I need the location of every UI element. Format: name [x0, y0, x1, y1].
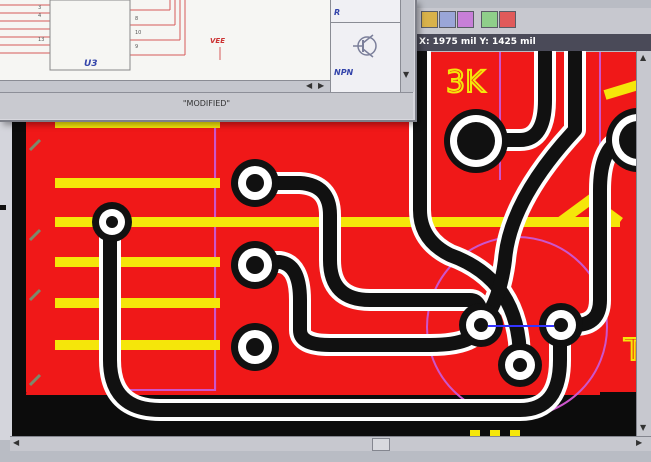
palette-item-resistor[interactable]: R — [331, 0, 401, 23]
svg-text:13: 13 — [38, 37, 44, 43]
board-edge-strip — [12, 115, 26, 440]
cursor-marker — [0, 205, 6, 210]
schematic-canvas[interactable]: 3 4 13 8 10 9 U3 VEE — [0, 0, 330, 92]
scroll-right-icon[interactable]: ▶ — [636, 438, 642, 447]
pcb-horizontal-scrollbar[interactable]: ◀ ▶ — [10, 436, 651, 451]
svg-text:8: 8 — [135, 16, 138, 22]
layer-icon[interactable] — [421, 11, 438, 28]
scroll-left-icon[interactable]: ◀ — [306, 81, 312, 90]
net-label: VEE — [210, 37, 225, 45]
palette-item-npn[interactable]: NPN — [331, 23, 401, 83]
scroll-down-icon[interactable]: ▼ — [640, 423, 646, 432]
scroll-down-icon[interactable]: ▼ — [403, 70, 409, 79]
left-margin — [0, 115, 12, 440]
scroll-right-icon[interactable]: ▶ — [318, 81, 324, 90]
status-text: "MODIFIED" — [182, 99, 231, 108]
color-icon[interactable] — [499, 11, 516, 28]
route-icon[interactable] — [457, 11, 474, 28]
svg-text:9: 9 — [135, 44, 138, 50]
coordinate-readout: X: 1975 mil Y: 1425 mil — [415, 34, 651, 51]
silkscreen-label: 3K — [446, 65, 486, 100]
scroll-left-icon[interactable]: ◀ — [13, 438, 19, 447]
svg-text:3: 3 — [38, 5, 41, 11]
grid-icon[interactable] — [439, 11, 456, 28]
component-palette: R NPN — [330, 0, 401, 92]
svg-text:10: 10 — [135, 30, 141, 36]
view-icon[interactable] — [481, 11, 498, 28]
schematic-window: 3 4 13 8 10 9 U3 VEE ◀ ▶ R NPN ▼ "MODIFIED" — [0, 0, 417, 122]
scroll-thumb[interactable] — [372, 438, 390, 451]
palette-item-label: R — [334, 8, 341, 17]
svg-text:4: 4 — [38, 13, 41, 19]
pcb-vertical-scrollbar[interactable]: ▲ ▼ — [636, 51, 651, 436]
scroll-up-icon[interactable]: ▲ — [640, 53, 646, 62]
status-bar: "MODIFIED" — [0, 92, 413, 119]
part-label: U3 — [84, 59, 98, 69]
transistor-icon — [353, 34, 377, 58]
pcb-toolbar — [415, 8, 651, 35]
palette-item-label: NPN — [334, 68, 354, 77]
palette-scrollbar[interactable]: ▼ — [400, 0, 414, 92]
